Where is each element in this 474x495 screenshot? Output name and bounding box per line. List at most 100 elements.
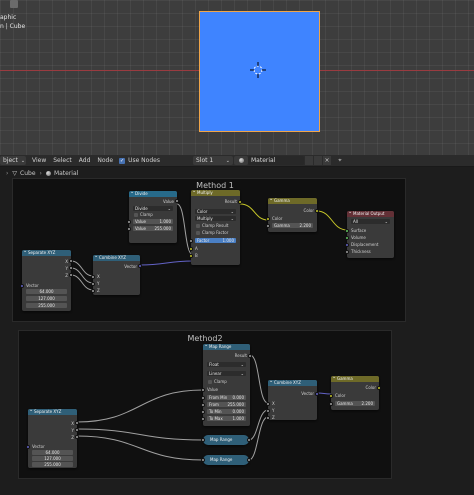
input-socket[interactable] (201, 396, 205, 400)
input-socket[interactable] (345, 229, 349, 233)
clamp-checkbox[interactable] (134, 213, 138, 217)
clamp-checkbox[interactable] (208, 380, 212, 384)
node-map-range-collapsed[interactable]: Map Range (201, 455, 251, 465)
blend-type-dropdown[interactable]: Color ⌄ (195, 209, 236, 214)
output-socket[interactable] (247, 438, 251, 442)
menu-add[interactable]: Add (79, 157, 91, 164)
output-socket[interactable] (138, 264, 142, 268)
fake-user-button[interactable] (305, 156, 313, 165)
node-header[interactable]: Separate XYZ (28, 407, 77, 415)
node-combine-xyz[interactable]: Combine XYZ Vector X Y Z (91, 253, 142, 295)
output-socket[interactable] (69, 273, 73, 277)
input-socket[interactable] (91, 275, 95, 279)
gamma-field[interactable]: Gamma 2.200 (335, 401, 375, 406)
operation-dropdown[interactable]: Divide ⌄ (133, 206, 173, 211)
vector-x-field[interactable]: 64.000 (32, 450, 73, 455)
gamma-field[interactable]: Gamma 2.200 (272, 223, 313, 228)
target-dropdown[interactable]: All ⌄ (351, 219, 390, 224)
input-socket-b[interactable] (189, 254, 193, 258)
input-socket[interactable] (127, 220, 131, 224)
node-header[interactable]: Combine XYZ (268, 378, 317, 386)
node-separate-xyz[interactable]: Separate XYZ X Y Z Vector 64.000 127.000… (20, 248, 73, 311)
input-socket[interactable] (266, 217, 270, 221)
from-min-field[interactable]: From Min 0.000 (207, 395, 246, 400)
node-header[interactable]: Gamma (331, 374, 379, 382)
operation-dropdown[interactable]: Multiply ⌄ (195, 216, 236, 221)
input-socket[interactable] (266, 409, 270, 413)
vector-y-field[interactable]: 127.000 (32, 456, 73, 461)
input-socket[interactable] (345, 243, 349, 247)
input-socket[interactable] (91, 289, 95, 293)
input-socket[interactable] (127, 227, 131, 231)
node-material-output[interactable]: Material Output All⌄ Surface Volume Disp… (345, 209, 394, 258)
input-socket[interactable] (266, 224, 270, 228)
input-socket[interactable] (201, 417, 205, 421)
clamp-result-checkbox[interactable] (196, 224, 200, 228)
output-socket[interactable] (315, 392, 319, 396)
node-gamma[interactable]: Gamma Color Color Gamma2.200 (329, 374, 381, 410)
input-socket[interactable] (201, 403, 205, 407)
input-socket[interactable] (266, 402, 270, 406)
pin-icon[interactable]: ⌖ (336, 156, 344, 165)
node-divide[interactable]: Divide Value Divide⌄ Clamp Value1.000 Va… (127, 189, 179, 243)
input-socket[interactable] (329, 394, 333, 398)
3d-viewport[interactable]: aphic n | Cube (0, 0, 474, 155)
menu-node[interactable]: Node (97, 157, 113, 164)
output-socket[interactable] (238, 200, 242, 204)
menu-view[interactable]: View (32, 157, 46, 164)
to-max-field[interactable]: To Max 1.000 (207, 416, 246, 421)
vector-x-field[interactable]: 64.000 (26, 289, 67, 294)
output-socket[interactable] (69, 266, 73, 270)
input-socket[interactable] (201, 458, 205, 462)
input-socket[interactable] (201, 410, 205, 414)
output-socket[interactable] (69, 259, 73, 263)
interpolation-dropdown[interactable]: Linear ⌄ (207, 371, 246, 376)
input-socket-a[interactable] (189, 247, 193, 251)
checkbox-icon[interactable]: ✓ (119, 157, 126, 164)
menu-select[interactable]: Select (53, 157, 72, 164)
vector-y-field[interactable]: 127.000 (26, 296, 67, 301)
clamp-factor-checkbox[interactable] (196, 231, 200, 235)
input-socket[interactable] (201, 438, 205, 442)
node-multiply[interactable]: Multiply Result Color⌄ Multiply⌄ Clamp R… (189, 188, 242, 265)
delete-icon[interactable]: × (323, 156, 331, 165)
material-browse-button[interactable] (234, 156, 248, 165)
viewport-corner-widget[interactable] (10, 0, 18, 8)
input-socket[interactable] (345, 236, 349, 240)
node-header[interactable]: Combine XYZ (93, 253, 140, 261)
input-socket[interactable] (201, 388, 205, 392)
input-socket[interactable] (20, 284, 24, 288)
node-header[interactable]: Multiply (191, 188, 240, 196)
slot-dropdown[interactable]: Slot 1 ⌄ (193, 156, 233, 165)
output-socket[interactable] (175, 199, 179, 203)
input-socket[interactable] (266, 416, 270, 420)
output-socket[interactable] (75, 428, 79, 432)
from-max-field[interactable]: From 255.000 (207, 402, 246, 407)
node-header[interactable]: Material Output (347, 209, 394, 217)
node-map-range-collapsed[interactable]: Map Range (201, 435, 251, 445)
material-name-field[interactable]: Material (248, 156, 304, 165)
output-socket[interactable] (377, 386, 381, 390)
to-min-field[interactable]: To Min 0.000 (207, 409, 246, 414)
object-mode-dropdown[interactable]: bject ⌄ (0, 156, 26, 165)
output-socket[interactable] (75, 421, 79, 425)
input-socket[interactable] (329, 402, 333, 406)
node-combine-xyz[interactable]: Combine XYZ Vector X Y Z (266, 378, 319, 420)
breadcrumb-material[interactable]: Material (54, 170, 78, 177)
node-header[interactable]: Map Range (203, 342, 250, 350)
output-socket[interactable] (315, 209, 319, 213)
factor-field[interactable]: Factor 1.000 (195, 238, 236, 243)
node-map-range[interactable]: Map Range Result Float⌄ Linear⌄ Clamp Va… (201, 342, 252, 426)
node-header[interactable]: Divide (129, 189, 177, 197)
output-socket[interactable] (247, 458, 251, 462)
value-field-2[interactable]: Value 255.000 (133, 226, 173, 231)
node-gamma[interactable]: Gamma Color Color Gamma2.200 (266, 196, 319, 232)
vector-z-field[interactable]: 255.000 (32, 462, 73, 467)
output-socket[interactable] (75, 435, 79, 439)
copy-icon[interactable] (314, 156, 322, 165)
vector-z-field[interactable]: 255.000 (26, 303, 67, 308)
node-separate-xyz[interactable]: Separate XYZ X Y Z Vector 64.000 127.000… (26, 407, 79, 468)
value-field-1[interactable]: Value 1.000 (133, 219, 173, 224)
input-socket[interactable] (91, 282, 95, 286)
3d-cursor-icon[interactable] (250, 62, 266, 78)
